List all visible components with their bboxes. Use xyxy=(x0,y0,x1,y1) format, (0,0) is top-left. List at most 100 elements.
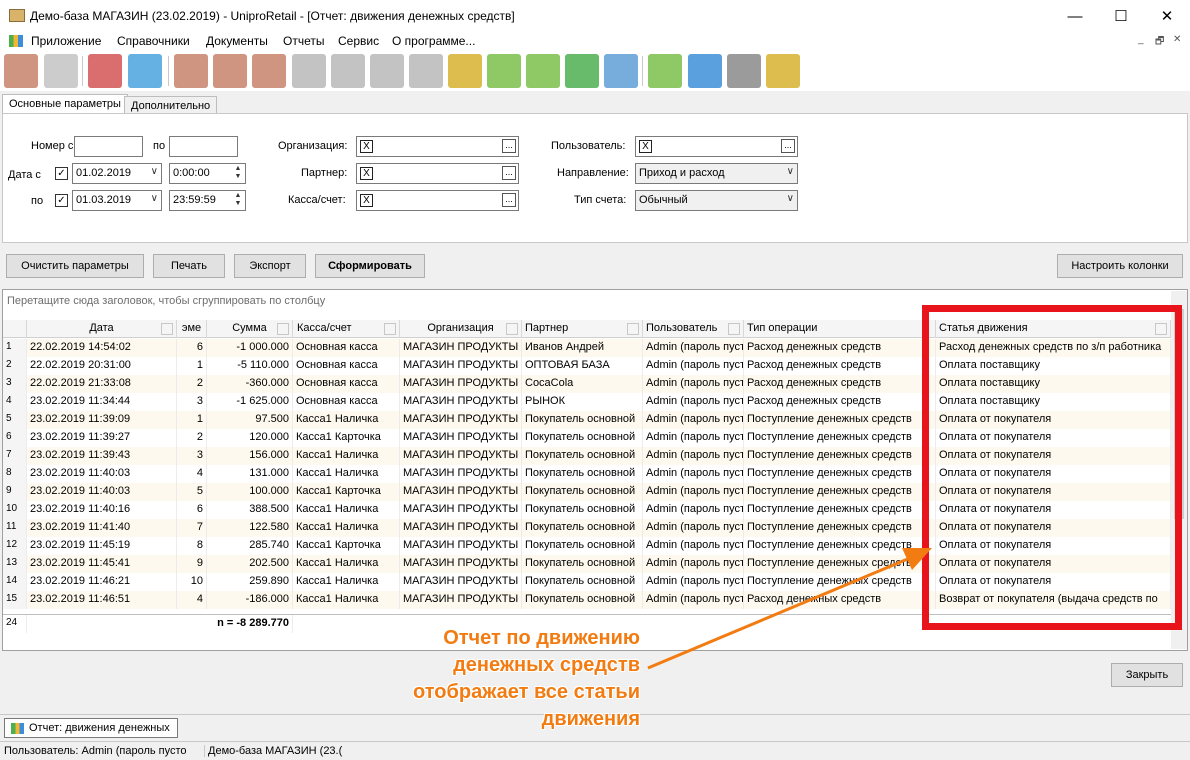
mdi-minimize-button[interactable]: _ xyxy=(1138,34,1144,45)
ellipsis-button[interactable]: ... xyxy=(502,193,516,207)
spin-up-icon[interactable]: ▲ xyxy=(232,192,244,200)
minimize-button[interactable]: — xyxy=(1052,0,1098,32)
date-from-input[interactable]: 01.02.2019 ∨ xyxy=(72,163,162,184)
filter-icon[interactable] xyxy=(728,323,740,335)
basket-arrow-icon[interactable] xyxy=(409,54,443,88)
cell-op: Расход денежных средств xyxy=(744,339,936,357)
filter-icon[interactable] xyxy=(161,323,173,335)
exit-icon[interactable] xyxy=(4,54,38,88)
toolbar-separator xyxy=(168,56,169,86)
row-indicator-header xyxy=(3,320,27,338)
filter-icon[interactable] xyxy=(627,323,639,335)
date-to-label: по xyxy=(31,195,44,207)
cell-user: Admin (пароль пуст xyxy=(643,357,744,375)
partner-field[interactable]: X ... xyxy=(356,163,519,184)
date-to-input[interactable]: 01.03.2019 ∨ xyxy=(72,190,162,211)
money-icon[interactable] xyxy=(526,54,560,88)
spin-up-icon[interactable]: ▲ xyxy=(232,165,244,173)
print-button[interactable]: Печать xyxy=(153,254,225,278)
col-header-op-type[interactable]: Тип операции xyxy=(744,320,936,338)
direction-value: Приход и расход xyxy=(639,167,725,179)
cell-org: МАГАЗИН ПРОДУКТЫ xyxy=(400,537,522,555)
doc-star-icon[interactable] xyxy=(174,54,208,88)
cell-partner: Покупатель основной xyxy=(522,537,643,555)
generate-button[interactable]: Сформировать xyxy=(315,254,425,278)
filter-icon[interactable] xyxy=(506,323,518,335)
date-from-checkbox[interactable]: ✓ xyxy=(55,167,68,180)
printer-icon[interactable] xyxy=(727,54,761,88)
export-icon[interactable] xyxy=(688,54,722,88)
time-to-spinner[interactable]: ▲ ▼ xyxy=(232,192,244,209)
doc-plus-icon[interactable] xyxy=(213,54,247,88)
time-to-value: 23:59:59 xyxy=(173,194,216,206)
col-header-date[interactable]: Дата xyxy=(27,320,177,338)
chevron-down-icon[interactable]: ∨ xyxy=(787,166,794,177)
col-header-org[interactable]: Организация xyxy=(400,320,522,338)
close-window-button[interactable]: ✕ xyxy=(1144,0,1190,32)
chevron-down-icon[interactable]: ∨ xyxy=(151,193,158,204)
cell-date: 23.02.2019 11:45:41 xyxy=(27,555,177,573)
cell-op: Поступление денежных средств xyxy=(744,447,936,465)
clear-params-button[interactable]: Очистить параметры xyxy=(6,254,144,278)
export-button[interactable]: Экспорт xyxy=(234,254,306,278)
cell-org: МАГАЗИН ПРОДУКТЫ xyxy=(400,519,522,537)
coins-plus-icon[interactable] xyxy=(448,54,482,88)
clear-x-icon[interactable]: X xyxy=(360,140,373,153)
ellipsis-button[interactable]: ... xyxy=(502,166,516,180)
menu-directories[interactable]: Справочники xyxy=(117,34,190,48)
col-header-number[interactable]: эме xyxy=(177,320,207,338)
col-header-user[interactable]: Пользователь xyxy=(643,320,744,338)
basket-minus-icon[interactable] xyxy=(370,54,404,88)
spellcheck-icon[interactable] xyxy=(648,54,682,88)
clear-x-icon[interactable]: X xyxy=(360,194,373,207)
col-header-sum[interactable]: Сумма xyxy=(207,320,293,338)
scales-icon[interactable] xyxy=(766,54,800,88)
chevron-down-icon[interactable]: ∨ xyxy=(151,166,158,177)
menu-reports[interactable]: Отчеты xyxy=(283,34,324,48)
menu-about[interactable]: О программе... xyxy=(392,34,475,48)
time-to-input[interactable]: 23:59:59 ▲ ▼ xyxy=(169,190,246,211)
col-header-kassa[interactable]: Касса/счет xyxy=(293,320,400,338)
ellipsis-button[interactable]: ... xyxy=(781,139,795,153)
mdi-restore-button[interactable]: 🗗 xyxy=(1155,34,1164,51)
mdi-close-button[interactable]: ✕ xyxy=(1173,34,1181,45)
spin-down-icon[interactable]: ▼ xyxy=(232,173,244,181)
user-field[interactable]: X ... xyxy=(635,136,798,157)
clear-x-icon[interactable]: X xyxy=(360,167,373,180)
cell-date: 23.02.2019 11:46:51 xyxy=(27,591,177,609)
basket-star-icon[interactable] xyxy=(292,54,326,88)
maximize-button[interactable]: ☐ xyxy=(1098,0,1144,32)
chevron-down-icon[interactable]: ∨ xyxy=(787,193,794,204)
truck-icon[interactable] xyxy=(565,54,599,88)
filter-icon[interactable] xyxy=(384,323,396,335)
configure-columns-button[interactable]: Настроить колонки xyxy=(1057,254,1183,278)
acc-type-select[interactable]: Обычный ∨ xyxy=(635,190,798,211)
cell-date: 23.02.2019 11:45:19 xyxy=(27,537,177,555)
taskbar-item[interactable]: Отчет: движения денежных xyxy=(4,718,178,738)
time-from-input[interactable]: 0:00:00 ▲ ▼ xyxy=(169,163,246,184)
direction-select[interactable]: Приход и расход ∨ xyxy=(635,163,798,184)
kassa-field[interactable]: X ... xyxy=(356,190,519,211)
time-from-spinner[interactable]: ▲ ▼ xyxy=(232,165,244,182)
num-to-input[interactable] xyxy=(169,136,238,157)
lock-icon[interactable] xyxy=(44,54,78,88)
close-button[interactable]: Закрыть xyxy=(1111,663,1183,687)
menu-documents[interactable]: Документы xyxy=(206,34,268,48)
menu-service[interactable]: Сервис xyxy=(338,34,379,48)
date-to-checkbox[interactable]: ✓ xyxy=(55,194,68,207)
menu-app[interactable]: Приложение xyxy=(31,34,101,48)
books-icon[interactable] xyxy=(88,54,122,88)
col-header-partner[interactable]: Партнер xyxy=(522,320,643,338)
calculator-icon[interactable] xyxy=(604,54,638,88)
doc-minus-icon[interactable] xyxy=(252,54,286,88)
clear-x-icon[interactable]: X xyxy=(639,140,652,153)
spin-down-icon[interactable]: ▼ xyxy=(232,200,244,208)
users-icon[interactable] xyxy=(128,54,162,88)
ellipsis-button[interactable]: ... xyxy=(502,139,516,153)
cell-num: 6 xyxy=(177,501,207,519)
filter-icon[interactable] xyxy=(277,323,289,335)
basket-plus-icon[interactable] xyxy=(331,54,365,88)
num-from-input[interactable] xyxy=(74,136,143,157)
org-field[interactable]: X ... xyxy=(356,136,519,157)
cash-icon[interactable] xyxy=(487,54,521,88)
